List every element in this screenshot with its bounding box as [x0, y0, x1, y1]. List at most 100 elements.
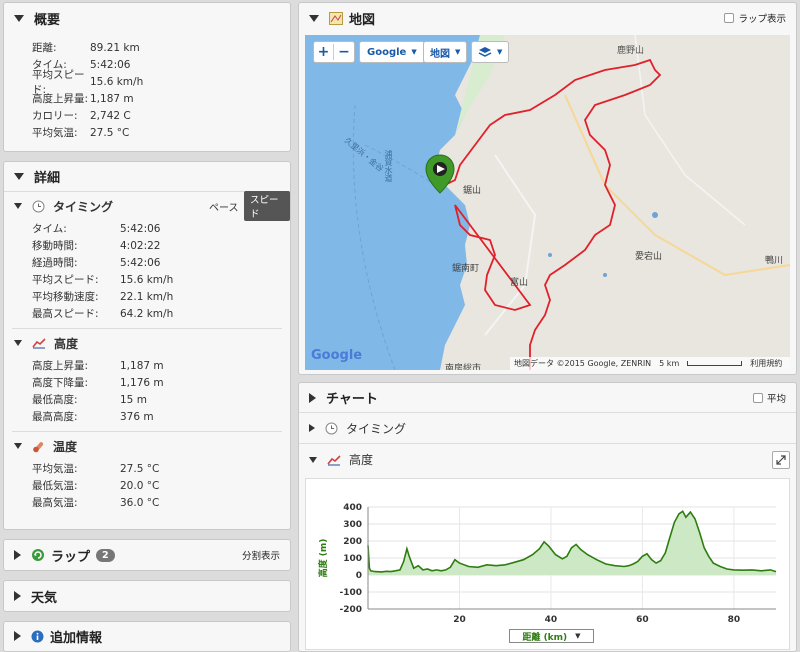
weather-panel[interactable]: 天気	[3, 580, 291, 612]
map-provider-dropdown[interactable]: Google ▼	[359, 41, 425, 63]
stat-value: 27.5 °C	[120, 462, 160, 475]
extra-info-header[interactable]: 追加情報	[4, 622, 290, 650]
laps-header[interactable]: ラップ 2 分割表示	[4, 540, 290, 570]
chart-elevation-row[interactable]: 高度	[299, 444, 796, 475]
map-label-nokogiri: 鋸山	[463, 186, 482, 196]
layers-dropdown[interactable]: ▼	[471, 41, 510, 63]
chart-title: チャート	[326, 392, 378, 407]
stat-row: 移動時間: 4:02:22	[32, 237, 290, 254]
stat-label: カロリー:	[32, 110, 78, 122]
map-label-kyonan: 鋸南町	[452, 264, 480, 274]
lap-display-toggle[interactable]: ラップ表示	[724, 11, 786, 25]
collapse-icon[interactable]	[14, 14, 24, 22]
summary-header[interactable]: 概要	[4, 3, 290, 33]
expand-chart-button[interactable]	[772, 451, 790, 469]
zoom-out-button[interactable]: −	[334, 44, 354, 60]
split-view-link[interactable]: 分割表示	[242, 548, 280, 562]
y-tick-label: 200	[343, 537, 362, 547]
zoom-in-button[interactable]: +	[314, 44, 334, 60]
details-title: 詳細	[34, 171, 61, 186]
expand-icon[interactable]	[309, 424, 315, 432]
x-axis-selector[interactable]: 距離 (km) ▼	[509, 629, 594, 643]
chart-header[interactable]: チャート 平均	[299, 383, 796, 413]
x-tick-label: 80	[728, 615, 741, 625]
details-panel: 詳細 タイミング ペース スピード タイム: 5:42:06 移動時間: 4:02:2…	[3, 161, 291, 530]
stat-row: 経過時間: 5:42:06	[32, 254, 290, 271]
x-axis-label: 距離 (km)	[522, 632, 568, 643]
pace-toggle[interactable]: ペース	[209, 199, 239, 214]
stat-row: 最低高度: 15 m	[32, 391, 290, 408]
x-tick-label: 20	[453, 615, 466, 625]
map-label-minamiboso: 南房総市	[445, 364, 482, 370]
stat-value: 2,742 C	[90, 109, 131, 122]
clock-icon	[325, 422, 338, 434]
stat-value: 376 m	[120, 410, 154, 423]
stat-value: 20.0 °C	[120, 479, 160, 492]
stat-label: 最高スピード:	[32, 308, 99, 320]
map-type-dropdown[interactable]: 地図 ▼	[423, 41, 468, 63]
flat-checkbox[interactable]	[752, 392, 763, 403]
stat-value: 64.2 km/h	[120, 307, 174, 320]
map-image[interactable]	[305, 35, 790, 370]
laps-count-badge: 2	[96, 548, 115, 562]
elevation-stats: 高度上昇量: 1,187 m 高度下降量: 1,176 m 最低高度: 15 m 最高高度:…	[4, 357, 290, 425]
extra-info-panel[interactable]: 追加情報	[3, 621, 291, 652]
map-scale: 5 km	[659, 359, 680, 368]
temperature-section-header[interactable]: 温度	[4, 432, 290, 460]
summary-stats: 距離: 89.21 km タイム: 5:42:06 平均スピード: 15.6 km/h 高度…	[4, 33, 290, 141]
laps-panel[interactable]: ラップ 2 分割表示	[3, 539, 291, 571]
temperature-title: 温度	[53, 439, 78, 454]
stat-row: 距離: 89.21 km	[32, 39, 290, 56]
collapse-icon[interactable]	[309, 456, 317, 463]
laps-icon	[32, 549, 44, 561]
timing-section-header[interactable]: タイミング ペース スピード	[4, 191, 290, 221]
map-label-atagoyama: 愛宕山	[635, 252, 663, 262]
map-canvas[interactable]: 鹿野山 鋸山 鋸南町 富山 愛宕山 鴨川 南房総市 久里浜・金谷 浦賀水道 Go…	[305, 35, 790, 370]
expand-icon[interactable]	[14, 550, 21, 560]
map-panel: 地図 ラップ表示 鹿野山 鋸山 鋸南町 富山 愛宕山 鴨川 南房総市 久里浜・金…	[298, 2, 797, 375]
map-icon	[329, 11, 343, 25]
stat-value: 89.21 km	[90, 41, 140, 54]
terms-link[interactable]: 利用規約	[750, 358, 782, 369]
collapse-icon[interactable]	[14, 203, 22, 209]
flat-toggle[interactable]: 平均	[752, 391, 786, 405]
info-icon	[31, 630, 44, 642]
stat-row: 高度上昇量: 1,187 m	[32, 357, 290, 374]
laps-title: ラップ	[51, 549, 91, 565]
expand-icon[interactable]	[14, 591, 21, 601]
collapse-icon[interactable]	[14, 340, 22, 346]
elevation-title: 高度	[54, 336, 79, 351]
collapse-icon[interactable]	[309, 14, 319, 22]
clock-icon	[32, 200, 45, 212]
y-tick-label: 400	[343, 503, 362, 513]
chart-timing-row[interactable]: タイミング	[299, 413, 796, 444]
map-title: 地図	[349, 12, 376, 28]
stat-value: 5:42:06	[90, 58, 131, 71]
expand-icon[interactable]	[14, 631, 21, 641]
chevron-down-icon: ▼	[497, 48, 503, 56]
weather-title: 天気	[31, 590, 58, 606]
stat-row: 高度上昇量: 1,187 m	[32, 90, 290, 107]
stat-row: 最高高度: 376 m	[32, 408, 290, 425]
stat-row: 平均気温: 27.5 °C	[32, 460, 290, 477]
collapse-icon[interactable]	[14, 443, 22, 449]
flat-label: 平均	[766, 393, 786, 405]
stat-value: 36.0 °C	[120, 496, 160, 509]
stat-value: 1,187 m	[120, 359, 164, 372]
details-header[interactable]: 詳細	[4, 162, 290, 192]
stat-value: 15.6 km/h	[90, 75, 144, 88]
elevation-section-header[interactable]: 高度	[4, 329, 290, 357]
map-header[interactable]: 地図 ラップ表示	[299, 3, 796, 33]
lap-display-checkbox[interactable]	[724, 13, 735, 23]
stat-value: 1,176 m	[120, 376, 164, 389]
speed-toggle[interactable]: スピード	[244, 191, 290, 221]
y-tick-label: -100	[339, 588, 362, 598]
expand-icon[interactable]	[309, 392, 316, 403]
elevation-chart[interactable]: 400 300 200 100 0 -100 -200 20 40 60 80 高度 (m)	[306, 479, 789, 649]
stat-row: 平均スピード: 15.6 km/h	[32, 271, 290, 288]
chevron-down-icon: ▼	[455, 48, 461, 56]
summary-title: 概要	[34, 12, 61, 28]
stat-label: 距離:	[32, 42, 57, 54]
weather-header[interactable]: 天気	[4, 581, 290, 611]
collapse-icon[interactable]	[14, 173, 24, 180]
